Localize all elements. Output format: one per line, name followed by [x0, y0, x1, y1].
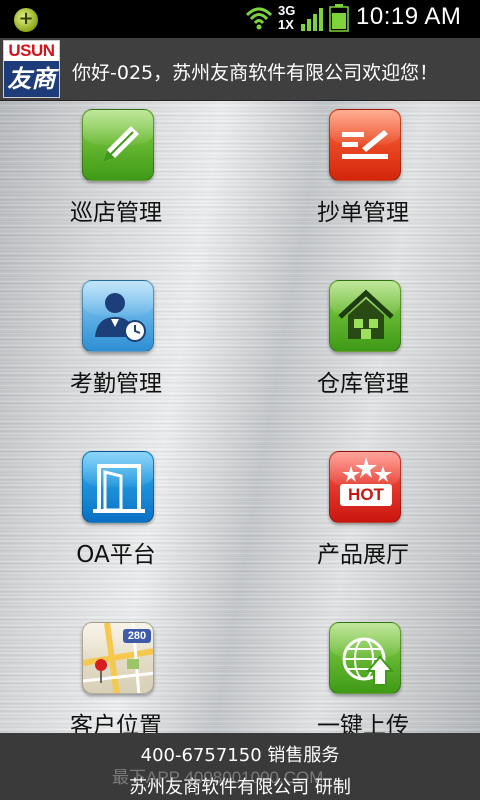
- clock: 10:19 AM: [356, 3, 462, 30]
- menu-item-label: 产品展厅: [317, 542, 409, 568]
- pencil-icon: [82, 109, 154, 181]
- warehouse-house-icon: [329, 280, 401, 352]
- menu-item-order-copy[interactable]: 抄单管理: [263, 101, 463, 251]
- order-list-icon: [329, 109, 401, 181]
- hot-badge: HOT: [348, 485, 384, 504]
- status-bar: 3G 1X 10:19 AM: [0, 0, 480, 38]
- menu-item-label: 抄单管理: [317, 200, 409, 226]
- network-type: 3G 1X: [278, 3, 296, 32]
- logo-text-bottom: 友商: [7, 64, 56, 93]
- welcome-message: 你好-025，苏州友商软件有限公司欢迎您！: [72, 62, 439, 84]
- app-notification-icon: [14, 7, 38, 32]
- watermark: 最下APP 4008001000.COM: [112, 768, 324, 787]
- app-header: USUN 友商 你好-025，苏州友商软件有限公司欢迎您！: [0, 38, 480, 101]
- battery-icon: [329, 4, 349, 32]
- logo-text-top: USUN: [4, 41, 59, 61]
- menu-item-one-click-upload[interactable]: 一键上传: [263, 614, 463, 733]
- menu-item-label: OA平台: [76, 542, 156, 568]
- menu-item-label: 考勤管理: [70, 371, 162, 397]
- menu-item-label: 仓库管理: [317, 371, 409, 397]
- signal-icon: [301, 8, 323, 31]
- hot-stars-icon: HOT: [329, 451, 401, 523]
- menu-item-oa-platform[interactable]: OA平台: [16, 443, 216, 593]
- map-pin-icon: 280: [82, 622, 154, 694]
- menu-item-label: 客户位置: [70, 713, 162, 733]
- menu-item-attendance[interactable]: 考勤管理: [16, 272, 216, 422]
- company-logo: USUN 友商: [3, 40, 60, 98]
- menu-item-customer-location[interactable]: 280 客户位置: [16, 614, 216, 733]
- menu-item-warehouse[interactable]: 仓库管理: [263, 272, 463, 422]
- menu-item-store-patrol[interactable]: 巡店管理: [16, 101, 216, 251]
- globe-upload-icon: [329, 622, 401, 694]
- attendance-user-clock-icon: [82, 280, 154, 352]
- menu-item-product-showroom[interactable]: HOT 产品展厅: [263, 443, 463, 593]
- main-menu-grid: 巡店管理 抄单管理 考勤管理 仓库管理 OA平台 HOT 产品展厅 280 客户…: [0, 101, 480, 733]
- menu-item-label: 巡店管理: [70, 200, 162, 226]
- wifi-icon: [245, 7, 273, 30]
- door-icon: [82, 451, 154, 523]
- map-badge: 280: [127, 630, 147, 642]
- menu-item-label: 一键上传: [317, 713, 409, 733]
